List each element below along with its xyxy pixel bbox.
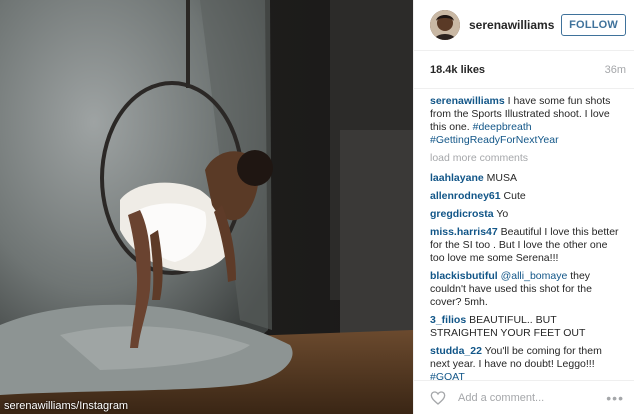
comment-item: gregdicrosta Yo xyxy=(430,208,624,221)
follow-button[interactable]: FOLLOW xyxy=(561,14,626,36)
photo-scene xyxy=(0,0,413,414)
comment-author[interactable]: gregdicrosta xyxy=(430,208,494,220)
comment-text: Cute xyxy=(500,190,526,202)
post-meta: 18.4k likes 36m xyxy=(414,51,634,89)
username-link[interactable]: serenawilliams xyxy=(469,18,561,32)
likes-count[interactable]: 18.4k likes xyxy=(430,64,485,76)
avatar-image xyxy=(430,10,460,40)
caption-author[interactable]: serenawilliams xyxy=(430,95,505,107)
comment-author[interactable]: blackisbutiful xyxy=(430,270,498,282)
comment-list: serenawilliams I have some fun shots fro… xyxy=(414,89,634,384)
avatar[interactable] xyxy=(430,10,460,40)
add-comment-bar: ••• xyxy=(414,380,634,414)
post-photo[interactable]: serenawilliams/Instagram xyxy=(0,0,413,414)
more-options-icon[interactable]: ••• xyxy=(606,390,624,406)
comment-item: 3_filios BEAUTIFUL.. BUT STRAIGHTEN YOUR… xyxy=(430,314,624,340)
add-comment-input[interactable] xyxy=(458,391,607,404)
comment-text: Yo xyxy=(493,208,509,220)
post-details-panel: serenawilliams FOLLOW 18.4k likes 36m se… xyxy=(413,0,634,414)
post-time[interactable]: 36m xyxy=(605,64,626,76)
comment-author[interactable]: miss.harris47 xyxy=(430,226,498,238)
comment-text: MUSA xyxy=(483,172,517,184)
photo-credit: serenawilliams/Instagram xyxy=(4,400,129,412)
load-more-comments-link[interactable]: load more comments xyxy=(430,152,624,165)
comment-mention[interactable]: @alli_bomaye xyxy=(498,270,568,282)
comment-item: laahlayane MUSA xyxy=(430,172,624,185)
comment-author[interactable]: 3_filios xyxy=(430,314,466,326)
comment-item: allenrodney61 Cute xyxy=(430,190,624,203)
comment-author[interactable]: allenrodney61 xyxy=(430,190,501,202)
post-header: serenawilliams FOLLOW xyxy=(414,0,634,51)
caption: serenawilliams I have some fun shots fro… xyxy=(430,95,624,147)
comment-item: miss.harris47 Beautiful I love this bett… xyxy=(430,226,624,265)
comment-author[interactable]: laahlayane xyxy=(430,172,484,184)
comment-item: blackisbutiful @alli_bomaye they couldn'… xyxy=(430,270,624,309)
heart-icon[interactable] xyxy=(430,390,446,406)
comment-author[interactable]: studda_22 xyxy=(430,345,482,357)
comment-item: studda_22 You'll be coming for them next… xyxy=(430,345,624,384)
